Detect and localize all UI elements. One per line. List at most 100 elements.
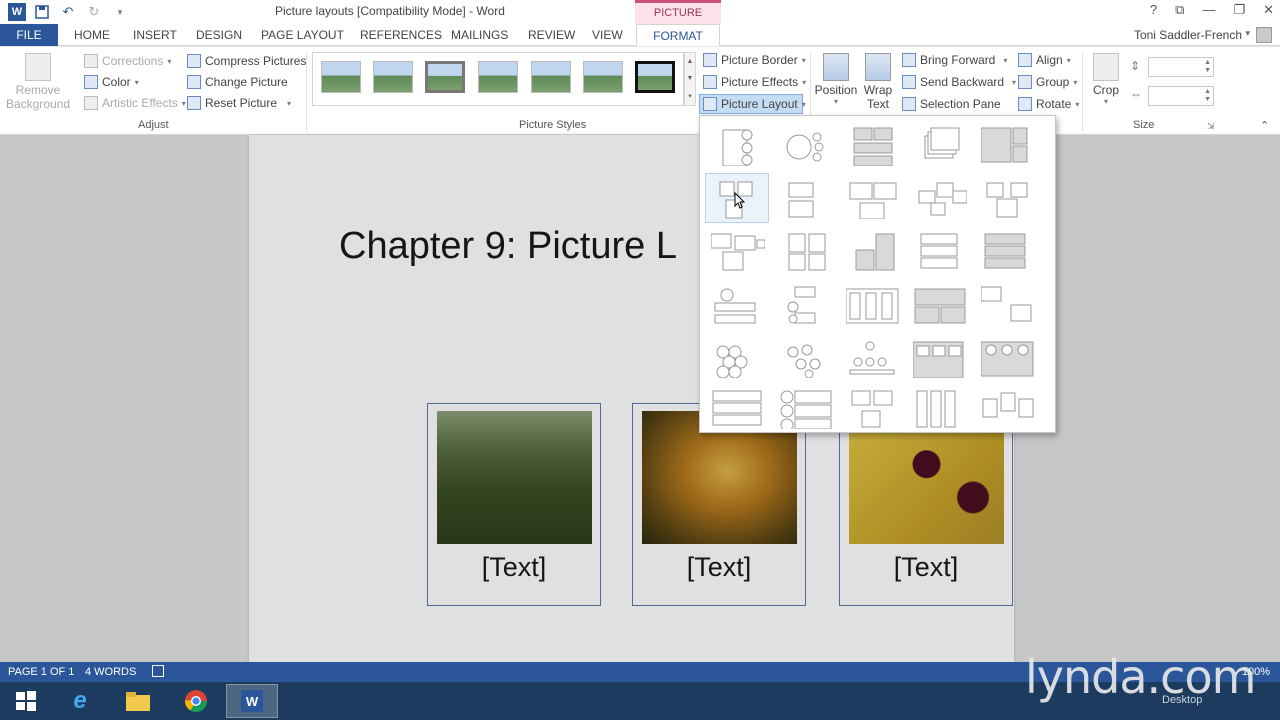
picture-layout-option[interactable] (907, 383, 971, 433)
send-backward-button[interactable]: Send Backward ▾ (902, 72, 1016, 92)
picture-layout-option[interactable] (840, 332, 904, 382)
tab-references[interactable]: REFERENCES (352, 24, 450, 46)
user-name[interactable]: Toni Saddler-French (1134, 28, 1242, 42)
dialog-launcher-icon[interactable]: ⇲ (1207, 121, 1215, 132)
wrap-text-button[interactable]: Wrap Text (858, 53, 898, 111)
gallery-more-icon[interactable]: ▾ (688, 92, 692, 100)
picture-style-thumb[interactable] (635, 61, 675, 93)
remove-background-button[interactable]: Remove Background (6, 53, 70, 111)
windows-start-icon[interactable] (0, 684, 52, 718)
vineyard-photo[interactable] (437, 411, 592, 544)
picture-layout-option[interactable] (840, 383, 904, 433)
color-button[interactable]: Color ▾ (84, 72, 139, 92)
scroll-up-icon[interactable]: ▲ (687, 58, 694, 65)
picture-layout-option[interactable] (773, 383, 837, 433)
selection-pane-button[interactable]: Selection Pane (902, 94, 1001, 114)
proofing-icon[interactable] (152, 665, 164, 677)
picture-layout-option[interactable] (840, 279, 904, 329)
crop-button[interactable]: Crop ▾ (1088, 53, 1124, 106)
picture-layout-option[interactable] (705, 173, 769, 223)
picture-style-thumb[interactable] (425, 61, 465, 93)
card-caption[interactable]: [Text] (633, 552, 805, 583)
tab-view[interactable]: VIEW (584, 24, 631, 46)
user-menu-chevron-icon[interactable]: ▾ (1245, 28, 1250, 39)
word-app-icon[interactable]: W (8, 3, 26, 21)
change-picture-button[interactable]: Change Picture (187, 72, 288, 92)
picture-layout-option[interactable] (907, 120, 971, 170)
picture-layout-option[interactable] (705, 332, 769, 382)
picture-layout-option[interactable] (773, 226, 837, 276)
picture-layout-option[interactable] (705, 279, 769, 329)
picture-layout-option[interactable] (907, 332, 971, 382)
spin-arrows-icon[interactable]: ▲ ▼ (1204, 59, 1211, 75)
tab-page-layout[interactable]: PAGE LAYOUT (253, 24, 352, 46)
width-field[interactable]: ▲ ▼ (1148, 86, 1214, 106)
picture-layout-option[interactable] (705, 226, 769, 276)
tab-review[interactable]: REVIEW (520, 24, 583, 46)
help-icon[interactable]: ? (1150, 2, 1157, 18)
word-taskbar-icon[interactable]: W (226, 684, 278, 718)
internet-explorer-icon[interactable]: e (54, 684, 106, 718)
close-icon[interactable]: ✕ (1263, 2, 1274, 18)
picture-layout-option[interactable] (705, 120, 769, 170)
card-caption[interactable]: [Text] (428, 552, 600, 583)
picture-layout-option[interactable] (975, 383, 1039, 433)
save-icon[interactable] (32, 2, 52, 22)
picture-layout-option[interactable] (907, 173, 971, 223)
picture-layout-option[interactable] (975, 332, 1039, 382)
picture-effects-button[interactable]: Picture Effects ▾ (703, 72, 806, 92)
spin-arrows-icon[interactable]: ▲ ▼ (1204, 88, 1211, 104)
picture-layout-option[interactable] (705, 383, 769, 433)
tab-insert[interactable]: INSERT (125, 24, 185, 46)
picture-layout-option[interactable] (907, 279, 971, 329)
picture-layout-option[interactable] (907, 226, 971, 276)
word-count[interactable]: 4 WORDS (85, 666, 136, 678)
minimize-icon[interactable]: — (1202, 2, 1215, 18)
rotate-button[interactable]: Rotate ▾ (1018, 94, 1079, 114)
picture-layout-option[interactable] (773, 332, 837, 382)
picture-layout-option[interactable] (773, 279, 837, 329)
picture-card[interactable]: [Text] (839, 403, 1013, 606)
picture-styles-gallery[interactable] (312, 52, 684, 106)
card-caption[interactable]: [Text] (840, 552, 1012, 583)
collapse-ribbon-icon[interactable]: ⌃ (1260, 119, 1269, 132)
picture-card[interactable]: [Text] (427, 403, 601, 606)
avatar[interactable] (1256, 27, 1272, 43)
picture-layout-option[interactable] (773, 120, 837, 170)
picture-style-thumb[interactable] (321, 61, 361, 93)
tab-design[interactable]: DESIGN (188, 24, 250, 46)
corrections-button[interactable]: Corrections ▾ (84, 51, 171, 71)
undo-icon[interactable]: ↶ (58, 2, 78, 22)
picture-layout-option[interactable] (975, 120, 1039, 170)
restore-icon[interactable]: ❐ (1233, 2, 1245, 18)
tab-home[interactable]: HOME (66, 24, 118, 46)
tab-format[interactable]: FORMAT (636, 24, 720, 46)
picture-layout-option[interactable] (840, 173, 904, 223)
picture-layout-option[interactable] (840, 226, 904, 276)
picture-card[interactable]: [Text] (632, 403, 806, 606)
align-button[interactable]: Align ▾ (1018, 50, 1071, 70)
reset-picture-button[interactable]: Reset Picture ▾ (187, 93, 291, 113)
picture-border-button[interactable]: Picture Border ▾ (703, 50, 806, 70)
tab-file[interactable]: FILE (0, 24, 58, 46)
page-title[interactable]: Chapter 9: Picture L (339, 225, 677, 268)
customize-qat-icon[interactable]: ▾ (110, 2, 130, 22)
scroll-down-icon[interactable]: ▼ (687, 75, 694, 82)
picture-layout-option[interactable] (975, 279, 1039, 329)
artistic-effects-button[interactable]: Artistic Effects ▾ (84, 93, 186, 113)
picture-layout-option[interactable] (773, 173, 837, 223)
picture-layout-gallery[interactable] (699, 115, 1056, 433)
bring-forward-button[interactable]: Bring Forward ▾ (902, 50, 1007, 70)
picture-layout-option[interactable] (975, 226, 1039, 276)
picture-layout-option[interactable] (975, 173, 1039, 223)
compress-pictures-button[interactable]: Compress Pictures (187, 51, 306, 71)
tab-mailings[interactable]: MAILINGS (443, 24, 516, 46)
group-button[interactable]: Group ▾ (1018, 72, 1077, 92)
picture-style-thumb[interactable] (531, 61, 571, 93)
picture-layout-button[interactable]: Picture Layout ▾ (703, 94, 806, 114)
chrome-icon[interactable] (170, 684, 222, 718)
picture-style-thumb[interactable] (583, 61, 623, 93)
page-count[interactable]: PAGE 1 OF 1 (8, 666, 74, 678)
height-field[interactable]: ▲ ▼ (1148, 57, 1214, 77)
file-explorer-icon[interactable] (112, 684, 164, 718)
